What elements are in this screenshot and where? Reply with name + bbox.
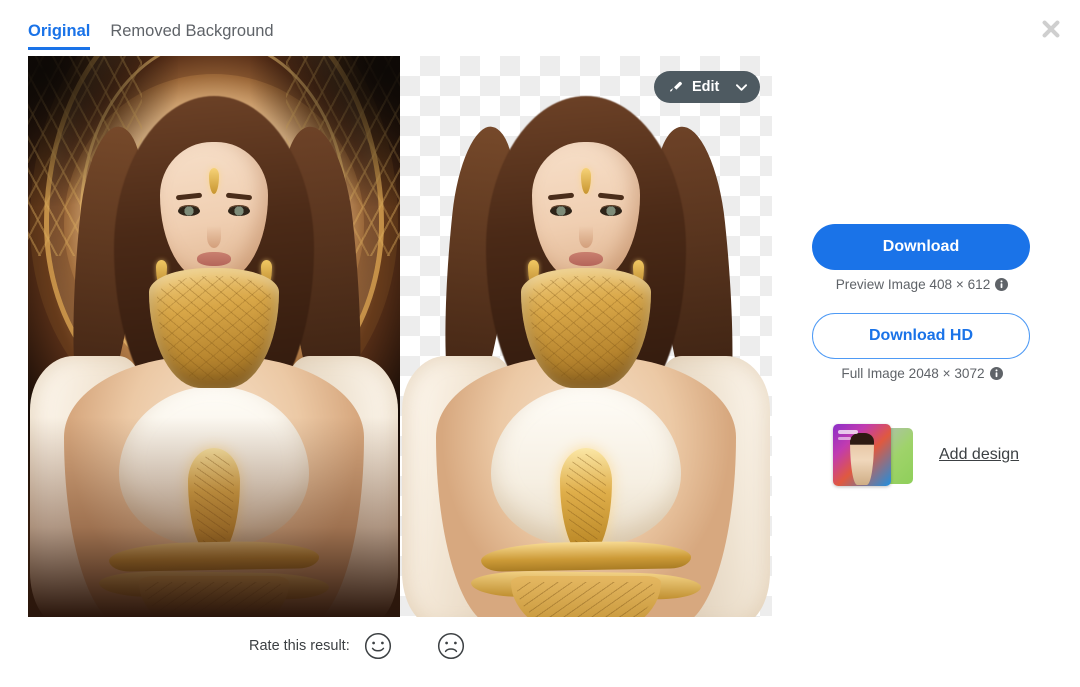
original-artwork — [28, 56, 400, 617]
image-comparison-viewer[interactable] — [28, 56, 772, 617]
close-button[interactable] — [1038, 16, 1064, 42]
download-hd-button-label: Download HD — [869, 327, 973, 344]
download-hd-caption-text: Full Image 2048 × 3072 — [841, 366, 985, 381]
brush-icon — [670, 81, 682, 91]
rate-label: Rate this result: — [249, 638, 350, 654]
background-bottom-shade — [28, 417, 400, 617]
download-hd-button[interactable]: Download HD — [812, 313, 1030, 359]
smiley-face-icon[interactable] — [364, 632, 392, 660]
info-icon[interactable] — [995, 278, 1009, 291]
download-hd-caption: Full Image 2048 × 3072 — [812, 366, 1032, 381]
view-tabs: Original Removed Background — [28, 20, 274, 50]
add-design-link[interactable]: Add design — [939, 446, 1019, 464]
original-image-pane[interactable] — [28, 56, 400, 617]
tab-removed-background-label: Removed Background — [110, 22, 274, 40]
edit-dropdown-toggle[interactable] — [728, 83, 754, 91]
download-caption: Preview Image 408 × 612 — [812, 277, 1032, 292]
download-button-label: Download — [882, 238, 960, 255]
tab-original-label: Original — [28, 22, 91, 40]
panel-spacer — [812, 292, 1032, 313]
subject-figure-cutout — [400, 56, 772, 617]
edit-button[interactable]: Edit — [654, 71, 761, 103]
edit-button-label: Edit — [692, 79, 720, 95]
close-icon — [1042, 20, 1060, 38]
cutout-artwork — [400, 56, 772, 617]
design-stack-thumbnail[interactable] — [833, 424, 915, 486]
frowny-face-icon[interactable] — [437, 632, 465, 660]
add-design-row[interactable]: Add design — [833, 424, 1019, 486]
chevron-down-icon — [735, 83, 747, 91]
download-panel: Download Preview Image 408 × 612 Downloa… — [812, 224, 1032, 381]
remove-background-result-page: Original Removed Background Edit Rate th… — [0, 0, 1080, 687]
info-icon[interactable] — [989, 367, 1003, 380]
removed-background-image-pane[interactable] — [400, 56, 772, 617]
rate-result-row: Rate this result: — [249, 632, 465, 660]
download-button[interactable]: Download — [812, 224, 1030, 270]
tab-removed-background[interactable]: Removed Background — [110, 20, 273, 50]
design-card-front — [833, 424, 891, 486]
tab-original[interactable]: Original — [28, 20, 91, 50]
download-caption-text: Preview Image 408 × 612 — [835, 277, 991, 292]
